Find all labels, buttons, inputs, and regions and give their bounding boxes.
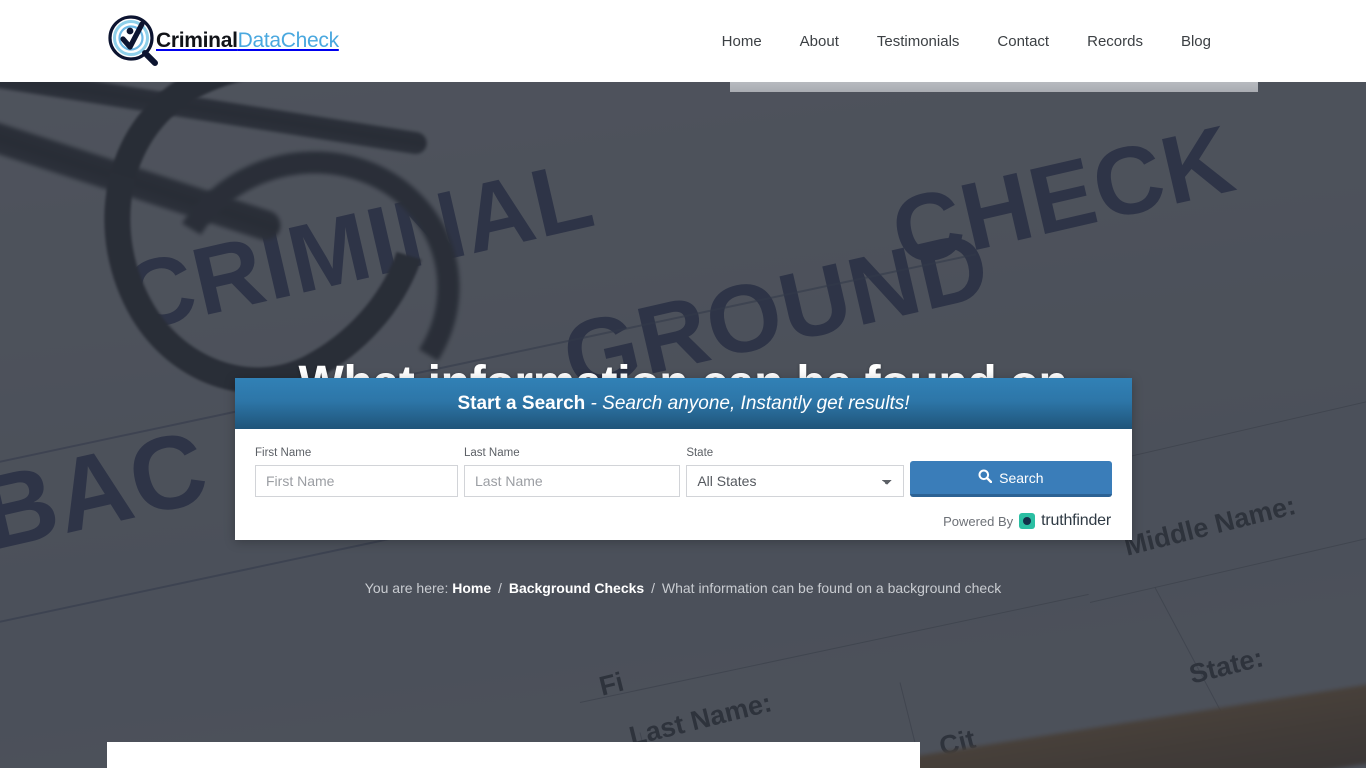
nav-item-records[interactable]: Records (1068, 25, 1162, 58)
nav-item-home[interactable]: Home (703, 25, 781, 58)
nav-item-testimonials[interactable]: Testimonials (858, 25, 979, 58)
first-name-label: First Name (255, 447, 312, 459)
search-button-label: Search (999, 469, 1044, 486)
first-name-input[interactable] (255, 465, 458, 497)
breadcrumb: You are here: Home / Background Checks /… (0, 580, 1366, 596)
nav-item-contact[interactable]: Contact (978, 25, 1068, 58)
last-name-label: Last Name (464, 447, 520, 459)
search-button[interactable]: Search (909, 461, 1112, 497)
state-field-group: State All States (686, 447, 904, 497)
logo-word-primary: Criminal (156, 29, 238, 52)
magnifier-check-icon (106, 14, 160, 68)
search-heading-italic: - Search anyone, Instantly get results! (585, 392, 910, 414)
search-icon (978, 469, 993, 486)
site-logo[interactable]: CriminalDataCheck (106, 14, 339, 68)
nav-item-blog[interactable]: Blog (1162, 25, 1230, 58)
nav-item-about[interactable]: About (781, 25, 858, 58)
article-content-panel (107, 742, 920, 768)
state-label: State (686, 447, 714, 459)
search-heading-strong: Start a Search (457, 392, 586, 414)
state-select[interactable]: All States (686, 465, 904, 497)
logo-wordmark: CriminalDataCheck (156, 29, 339, 53)
last-name-input[interactable] (464, 465, 681, 497)
logo-word-secondary: DataCheck (237, 29, 339, 52)
powered-by: Powered By truthfinder (943, 512, 1111, 530)
search-fields-row: First Name Last Name State All States (255, 447, 1112, 497)
truthfinder-name: truthfinder (1041, 512, 1111, 529)
first-name-field-group: First Name (255, 447, 458, 497)
search-widget-header: Start a Search - Search anyone, Instantl… (235, 378, 1132, 441)
breadcrumb-separator-1: / (498, 580, 502, 596)
advertisement-slot (730, 82, 1258, 92)
breadcrumb-current-page: What information can be found on a backg… (661, 580, 1002, 596)
search-form: First Name Last Name State All States (235, 429, 1132, 540)
main-navigation: Home About Testimonials Contact Records … (703, 0, 1230, 82)
breadcrumb-separator-2: / (651, 580, 655, 596)
breadcrumb-prefix: You are here: (364, 580, 449, 596)
truthfinder-logo-icon (1019, 513, 1036, 529)
last-name-field-group: Last Name (464, 447, 681, 497)
site-header: CriminalDataCheck Home About Testimonial… (0, 0, 1366, 82)
powered-by-text: Powered By (943, 513, 1014, 529)
search-widget-heading: Start a Search - Search anyone, Instantl… (457, 393, 909, 415)
search-widget: Start a Search - Search anyone, Instantl… (235, 378, 1132, 540)
breadcrumb-item-home[interactable]: Home (452, 580, 491, 596)
breadcrumb-item-background-checks[interactable]: Background Checks (509, 580, 644, 596)
